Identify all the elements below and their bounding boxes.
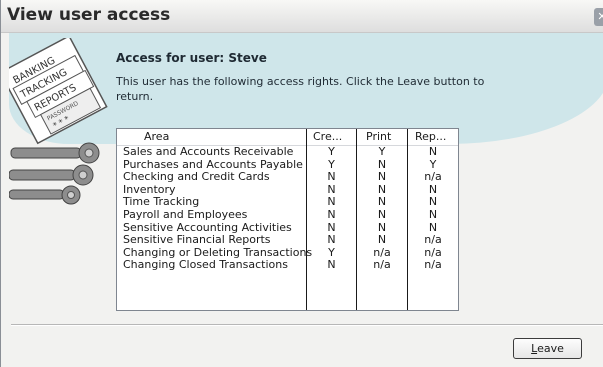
area-cell: Changing Closed Transactions [123, 258, 288, 272]
close-icon[interactable]: ✕ [594, 8, 603, 26]
view-user-access-window: View user access ✕ BANKING TRACKING REPO… [0, 0, 603, 367]
print-cell: N [377, 207, 387, 221]
table-row[interactable]: Sales and Accounts Receivable Y Y N [117, 145, 458, 159]
print-cell: N [377, 233, 387, 247]
column-header-create[interactable]: Cre... [313, 130, 342, 144]
print-cell: Y [378, 145, 386, 158]
report-cell: n/a [424, 258, 442, 272]
leave-button[interactable]: Leave [513, 338, 582, 359]
print-cell: N [377, 170, 387, 184]
table-row[interactable]: Payroll and Employees N N N [117, 207, 458, 222]
area-cell: Sensitive Financial Reports [123, 233, 271, 247]
title-bar: View user access ✕ [1, 0, 603, 33]
print-cell: n/a [373, 258, 391, 272]
table-row[interactable]: Changing Closed Transactions N n/a n/a [117, 259, 458, 272]
column-header-report[interactable]: Rep... [415, 130, 446, 144]
access-user-title: Access for user: Steve [116, 51, 267, 65]
area-cell: Sales and Accounts Receivable [123, 145, 294, 158]
table-body: Sales and Accounts Receivable Y Y N Purc… [117, 145, 458, 272]
leave-label: eave [537, 342, 564, 355]
keys-password-icon: BANKING TRACKING REPORTS PASSWORD * * * [9, 38, 108, 205]
table-row[interactable]: Sensitive Financial Reports N N n/a [117, 234, 458, 247]
create-cell: N [327, 207, 336, 221]
window-title: View user access [7, 5, 171, 25]
column-header-area[interactable]: Area [144, 130, 169, 144]
create-cell: N [327, 233, 336, 247]
area-cell: Checking and Credit Cards [123, 170, 270, 184]
report-cell: n/a [424, 170, 442, 184]
create-cell: Y [328, 145, 335, 158]
report-cell: n/a [424, 233, 442, 247]
access-description: This user has the following access right… [116, 75, 485, 103]
footer-divider [11, 324, 603, 326]
column-header-print[interactable]: Print [366, 130, 391, 144]
create-cell: N [327, 170, 336, 184]
area-cell: Payroll and Employees [123, 207, 248, 221]
create-cell: N [327, 258, 336, 272]
report-cell: N [428, 207, 438, 221]
report-cell: N [428, 145, 438, 158]
access-rights-table[interactable]: Area Cre... Print Rep... Sales and Accou… [116, 128, 459, 311]
table-row[interactable]: Checking and Credit Cards N N n/a [117, 171, 458, 184]
